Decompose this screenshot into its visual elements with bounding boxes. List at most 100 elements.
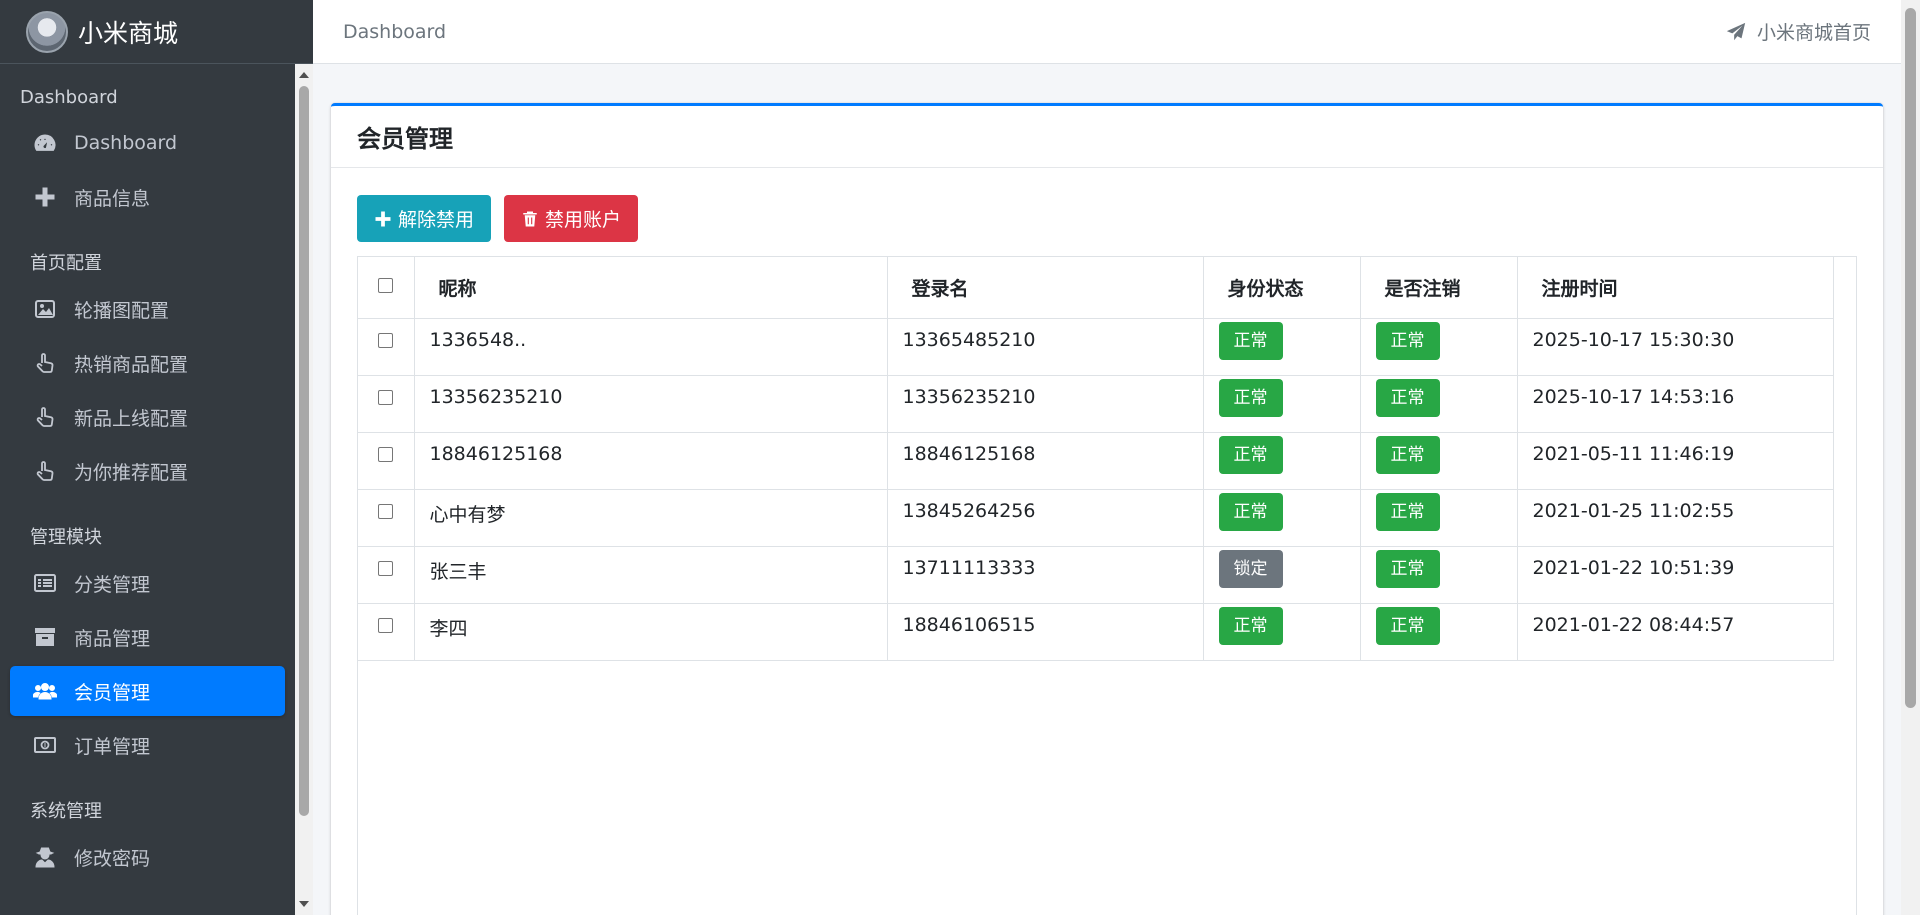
cell-status: 正常 [1203,375,1361,433]
status-badge: 正常 [1218,321,1283,360]
sidebar-nav: Dashboard Dashboard 商品信息 首页配置 轮播图配置 热销商品… [0,64,295,915]
sidebar-item-carousel-config[interactable]: 轮播图配置 [10,284,285,334]
cell-cancelled: 正常 [1360,546,1518,604]
status-badge: 正常 [1218,378,1283,417]
sidebar-item-label: 为你推荐配置 [74,461,189,484]
sidebar: 小米商城 Dashboard Dashboard 商品信息 首页配置 轮播图配置… [0,0,313,915]
sidebar-item-dashboard[interactable]: Dashboard [10,118,285,168]
tachometer-icon [32,130,58,156]
cell-nickname: 心中有梦 [414,489,888,547]
sidebar-item-label: 会员管理 [74,681,151,704]
sidebar-item-label: 商品信息 [74,187,151,210]
cell-register-time: 2021-01-22 08:44:57 [1517,603,1834,661]
cell-login: 13365485210 [887,318,1204,376]
cell-register-time: 2021-01-22 10:51:39 [1517,546,1834,604]
cell-register-time: 2021-01-25 11:02:55 [1517,489,1834,547]
hand-pointer-icon [32,350,58,376]
table-header-row: 昵称 登录名 身份状态 是否注销 注册时间 [358,257,1834,319]
nav-header-home-config: 首页配置 [30,253,102,274]
sidebar-item-hot-config[interactable]: 热销商品配置 [10,338,285,388]
sidebar-scrollbar-thumb[interactable] [299,86,309,816]
brand-logo [26,10,68,53]
nav-header-system: 系统管理 [30,801,102,822]
column-header-register-time[interactable]: 注册时间 [1517,257,1834,319]
cell-login: 13711113333 [887,546,1204,604]
status-badge: 正常 [1218,492,1283,531]
table-row[interactable]: 张三丰 13711113333 锁定 正常 2021-01-22 10:51:3… [358,546,1834,604]
row-checkbox[interactable] [378,389,394,405]
select-all-checkbox[interactable] [378,278,394,294]
sidebar-item-change-password[interactable]: 修改密码 [10,832,285,882]
sidebar-item-product-info[interactable]: 商品信息 [10,172,285,222]
brand-link[interactable]: 小米商城 [0,0,313,64]
row-checkbox[interactable] [378,446,394,462]
cell-login: 13356235210 [887,375,1204,433]
hand-pointer-icon [32,458,58,484]
cell-cancelled: 正常 [1360,432,1518,490]
row-checkbox-cell [358,432,415,490]
table-row[interactable]: 1336548.. 13365485210 正常 正常 2025-10-17 1… [358,318,1834,376]
sidebar-item-new-config[interactable]: 新品上线配置 [10,392,285,442]
status-badge: 锁定 [1218,549,1283,588]
sidebar-item-label: 热销商品配置 [74,353,189,376]
table-row[interactable]: 李四 18846106515 正常 正常 2021-01-22 08:44:57 [358,603,1834,661]
sidebar-item-product[interactable]: 商品管理 [10,612,285,662]
row-checkbox[interactable] [378,332,394,348]
row-checkbox-cell [358,489,415,547]
sidebar-item-label: 商品管理 [74,627,151,650]
row-checkbox[interactable] [378,503,394,519]
page-scrollbar-thumb[interactable] [1905,8,1916,708]
users-icon [32,678,58,704]
sidebar-item-member[interactable]: 会员管理 [10,666,285,716]
column-header-nickname[interactable]: 昵称 [414,257,888,319]
cell-login: 18846106515 [887,603,1204,661]
sidebar-item-category[interactable]: 分类管理 [10,558,285,608]
cell-status: 正常 [1203,318,1361,376]
cancelled-badge: 正常 [1375,321,1440,360]
cancelled-badge: 正常 [1375,378,1440,417]
cell-nickname: 18846125168 [414,432,888,490]
member-table: 昵称 登录名 身份状态 是否注销 注册时间 1336548.. 13365485… [358,257,1834,661]
money-icon [32,732,58,758]
cell-register-time: 2025-10-17 14:53:16 [1517,375,1834,433]
column-header-cancelled[interactable]: 是否注销 [1360,257,1518,319]
member-table-container: 昵称 登录名 身份状态 是否注销 注册时间 1336548.. 13365485… [357,256,1857,915]
page-scrollbar[interactable] [1901,0,1920,915]
sidebar-item-recommend-config[interactable]: 为你推荐配置 [10,446,285,496]
sidebar-item-order[interactable]: 订单管理 [10,720,285,770]
row-checkbox[interactable] [378,617,394,633]
cancelled-badge: 正常 [1375,606,1440,645]
trash-icon [523,211,537,226]
table-row[interactable]: 13356235210 13356235210 正常 正常 2025-10-17… [358,375,1834,433]
cell-login: 18846125168 [887,432,1204,490]
sidebar-item-label: 分类管理 [74,573,151,596]
ban-account-button[interactable]: 禁用账户 [504,195,639,242]
sidebar-item-label: 修改密码 [74,847,151,870]
table-row[interactable]: 心中有梦 13845264256 正常 正常 2021-01-25 11:02:… [358,489,1834,547]
hand-pointer-icon [32,404,58,430]
paper-plane-icon [1726,22,1746,40]
store-home-link[interactable]: 小米商城首页 [1725,18,1871,45]
scroll-down-arrow-icon[interactable] [299,901,309,907]
sidebar-scrollbar[interactable] [295,64,313,915]
nav-header-management: 管理模块 [30,527,102,548]
table-row[interactable]: 18846125168 18846125168 正常 正常 2021-05-11… [358,432,1834,490]
scroll-up-arrow-icon[interactable] [299,72,309,78]
status-badge: 正常 [1218,606,1283,645]
card-title: 会员管理 [357,125,453,153]
sidebar-item-label: 订单管理 [74,735,151,758]
cell-status: 正常 [1203,603,1361,661]
cancelled-badge: 正常 [1375,549,1440,588]
cell-nickname: 李四 [414,603,888,661]
action-toolbar: 解除禁用 禁用账户 [357,195,639,242]
breadcrumb[interactable]: Dashboard [343,21,446,43]
cell-nickname: 张三丰 [414,546,888,604]
cell-nickname: 13356235210 [414,375,888,433]
unban-button[interactable]: 解除禁用 [357,195,492,242]
row-checkbox-cell [358,318,415,376]
column-header-status[interactable]: 身份状态 [1203,257,1361,319]
column-header-login[interactable]: 登录名 [887,257,1204,319]
sidebar-item-label: 新品上线配置 [74,407,189,430]
row-checkbox[interactable] [378,560,394,576]
cell-register-time: 2025-10-17 15:30:30 [1517,318,1834,376]
